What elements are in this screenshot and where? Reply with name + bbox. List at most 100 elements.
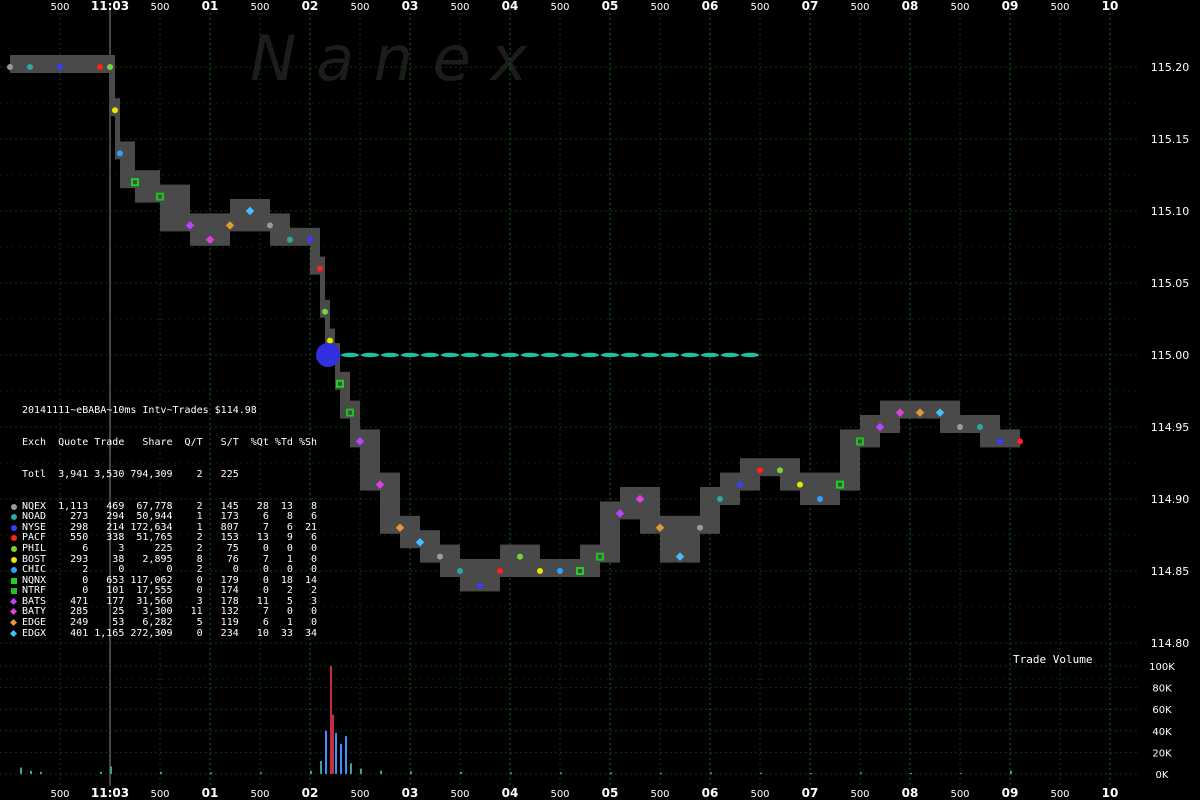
volume-bar xyxy=(760,772,762,774)
trade-marker xyxy=(57,64,63,70)
x-tick-label: 09 xyxy=(1002,786,1019,800)
volume-bar xyxy=(210,772,212,774)
x-tick-label: 500 xyxy=(650,789,669,800)
x-tick-label: 08 xyxy=(902,0,919,13)
stats-row-text: NTRF 0 101 17,555 0 174 0 2 2 xyxy=(22,585,318,597)
stats-row-text: BOST 293 38 2,895 8 76 7 1 0 xyxy=(22,553,318,565)
volume-axis-label: Trade Volume xyxy=(1013,653,1093,666)
stats-header-row: Exch Quote Trade Share Q/T S/T %Qt %Td %… xyxy=(22,436,318,448)
trade-marker xyxy=(737,481,743,488)
bid-line-point xyxy=(361,352,379,358)
quote-band-segment xyxy=(740,458,760,491)
trade-marker xyxy=(107,64,113,70)
trade-marker xyxy=(7,64,13,70)
bid-line-point xyxy=(581,352,599,358)
quote-band-segment xyxy=(30,55,60,73)
x-tick-label: 07 xyxy=(802,786,819,800)
trade-marker xyxy=(1017,438,1023,445)
volume-bar xyxy=(325,730,327,774)
x-tick-label: 11:03 xyxy=(91,0,129,13)
x-tick-label: 500 xyxy=(450,789,469,800)
x-tick-label: 500 xyxy=(750,789,769,800)
x-tick-label: 500 xyxy=(150,789,169,800)
volume-tick-label: 40K xyxy=(1152,727,1172,738)
volume-bar xyxy=(510,772,512,774)
volume-bar xyxy=(345,736,347,774)
bid-line-point xyxy=(641,352,659,358)
quote-band-segment xyxy=(760,458,780,477)
trade-marker xyxy=(307,236,313,243)
volume-tick-label: 20K xyxy=(1152,748,1172,759)
quote-band-segment xyxy=(460,559,480,592)
x-tick-label: 500 xyxy=(750,2,769,13)
quote-band-segment xyxy=(160,184,190,232)
x-tick-label: 500 xyxy=(850,789,869,800)
stats-row-text: NQEX 1,113 469 67,778 2 145 28 13 8 xyxy=(22,500,318,512)
trade-marker xyxy=(287,236,293,243)
trade-marker xyxy=(797,481,803,488)
trade-marker xyxy=(457,568,463,574)
quote-band-segment xyxy=(290,227,310,246)
bid-line xyxy=(341,352,759,358)
quote-band-segment xyxy=(900,400,920,419)
quote-band-segment xyxy=(980,415,1000,448)
x-tick-label: 05 xyxy=(602,0,619,13)
x-tick-label: 500 xyxy=(150,2,169,13)
volume-tick-label: 80K xyxy=(1152,684,1172,695)
volume-bar xyxy=(350,763,352,774)
price-tick-label: 114.80 xyxy=(1151,637,1190,650)
legend-marker-icon xyxy=(11,503,17,510)
quote-band-segment xyxy=(360,429,380,491)
trade-marker xyxy=(557,568,563,574)
x-tick-label: 01 xyxy=(202,786,219,800)
price-tick-label: 114.85 xyxy=(1151,565,1190,578)
bid-line-point xyxy=(381,352,399,358)
x-tick-label: 04 xyxy=(502,786,519,800)
quote-band-segment xyxy=(100,55,110,73)
legend-marker-icon xyxy=(11,577,17,584)
stats-row-text: NQNX 0 653 117,062 0 179 0 18 14 xyxy=(22,574,318,586)
x-tick-label: 500 xyxy=(350,2,369,13)
price-tick-label: 115.20 xyxy=(1151,61,1190,74)
x-tick-label: 01 xyxy=(202,0,219,13)
trade-marker xyxy=(117,150,123,157)
quote-band-segment xyxy=(540,559,560,577)
trade-marker xyxy=(977,424,983,430)
volume-bar xyxy=(1010,770,1012,774)
bid-line-point xyxy=(661,352,679,358)
volume-bar xyxy=(20,767,22,774)
bid-line-point xyxy=(401,352,419,358)
stats-row-text: BATS 471 177 31,560 3 178 11 5 3 xyxy=(22,595,318,607)
x-tick-label: 500 xyxy=(550,789,569,800)
volume-bar xyxy=(660,772,662,774)
quote-band-segment xyxy=(250,199,270,232)
x-tick-label: 08 xyxy=(902,786,919,800)
x-tick-label: 500 xyxy=(250,789,269,800)
x-tick-label: 500 xyxy=(850,2,869,13)
x-tick-label: 500 xyxy=(1050,2,1069,13)
quote-band-segment xyxy=(380,472,400,534)
x-tick-label: 05 xyxy=(602,786,619,800)
legend-marker-icon xyxy=(11,545,17,552)
x-tick-label: 10 xyxy=(1102,0,1119,13)
volume-bar xyxy=(710,772,712,774)
x-tick-label: 06 xyxy=(702,0,719,13)
bid-line-point xyxy=(601,352,619,358)
bid-line-point xyxy=(501,352,519,358)
x-tick-label: 500 xyxy=(50,2,69,13)
trade-marker xyxy=(267,222,273,229)
quote-band-segment xyxy=(10,55,30,73)
quote-band-segment xyxy=(800,472,820,505)
volume-bar xyxy=(380,770,382,774)
x-tick-label: 04 xyxy=(502,0,519,13)
trade-marker xyxy=(97,64,103,70)
volume-bar xyxy=(910,772,912,774)
trade-marker xyxy=(327,337,333,344)
x-tick-label: 02 xyxy=(302,0,319,13)
volume-bar xyxy=(460,771,462,774)
volume-tick-label: 60K xyxy=(1152,705,1172,716)
volume-bar xyxy=(360,768,362,774)
bid-line-point xyxy=(461,352,479,358)
x-tick-label: 500 xyxy=(350,789,369,800)
trade-marker xyxy=(757,467,763,474)
